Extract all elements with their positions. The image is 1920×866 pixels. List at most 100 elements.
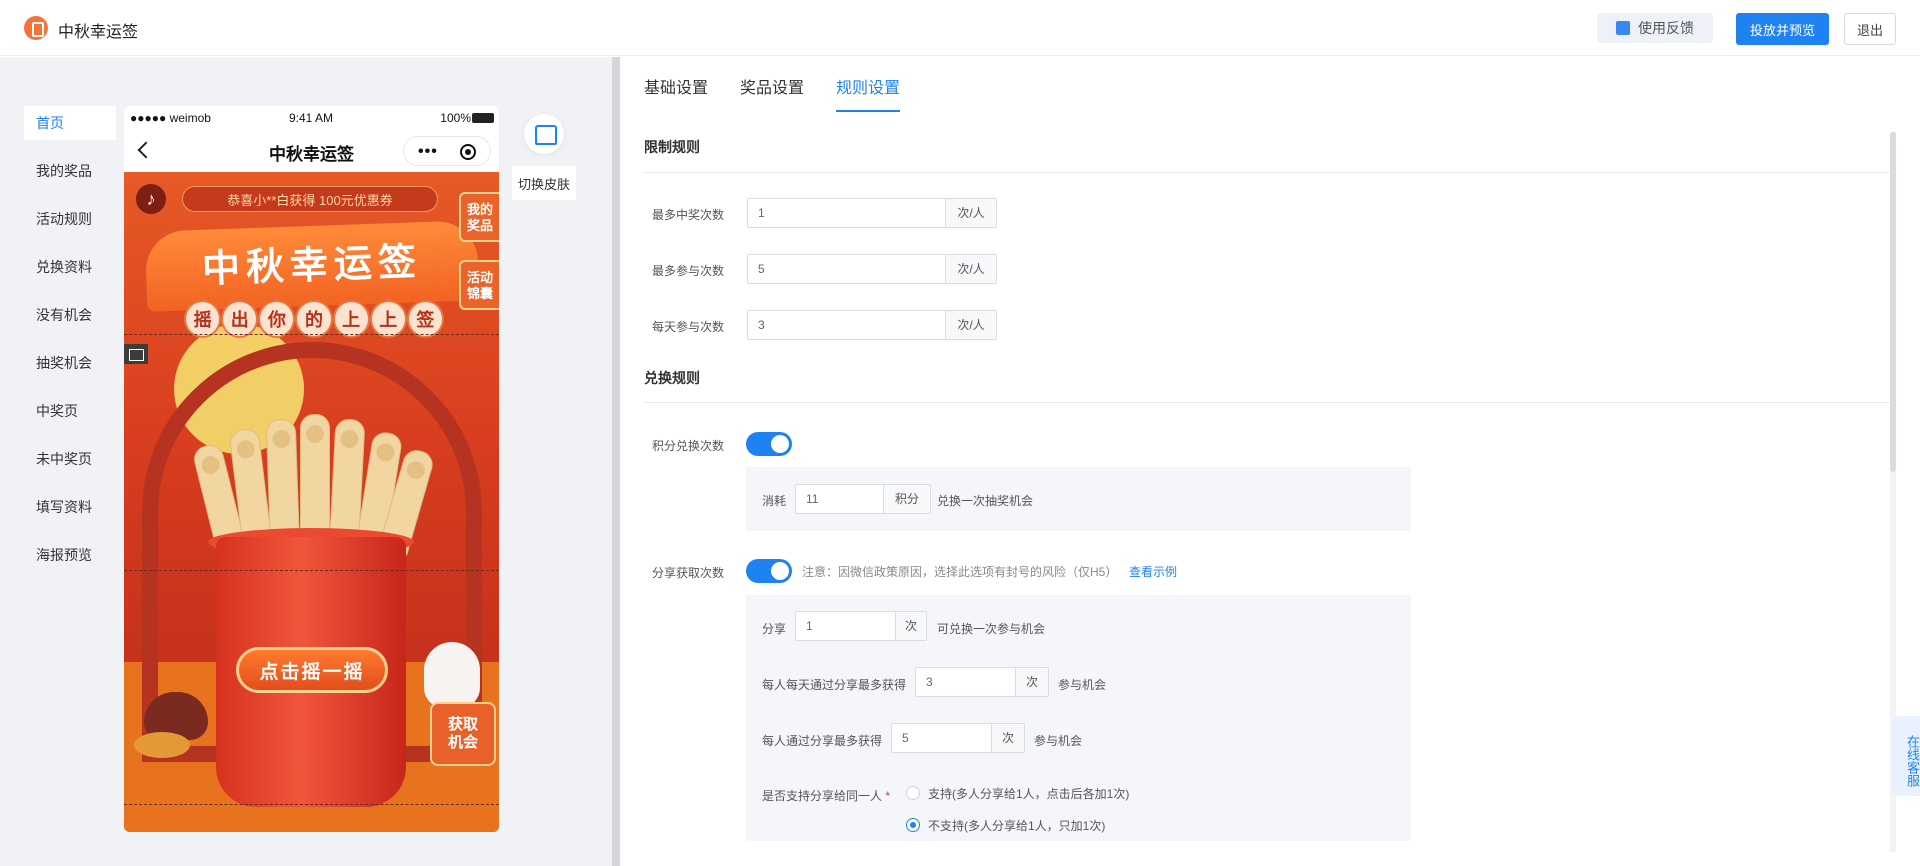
share-count-unit: 次 xyxy=(895,611,927,641)
page-item-exchange-info[interactable]: 兑换资料 xyxy=(24,250,116,298)
max-join-unit: 次/人 xyxy=(945,254,997,284)
subtitle-bead: 的 xyxy=(295,300,333,338)
carrier-text: ●●●●● weimob xyxy=(130,111,211,125)
get-chance-button[interactable]: 获取 机会 xyxy=(430,702,496,766)
section-dashed-line xyxy=(124,334,499,335)
exit-button[interactable]: 退出 xyxy=(1844,13,1896,45)
consume-tail: 兑换一次抽奖机会 xyxy=(937,494,1034,508)
battery-icon xyxy=(472,113,494,123)
page-item-lose[interactable]: 未中奖页 xyxy=(24,442,116,490)
tshirt-icon xyxy=(524,114,564,154)
total-share-unit: 次 xyxy=(991,723,1025,753)
section-divider xyxy=(644,172,1890,173)
mooncake-illustration xyxy=(134,732,190,758)
rabbit-illustration xyxy=(424,642,480,708)
panel-divider[interactable] xyxy=(612,57,620,866)
share-prefix-label: 分享 xyxy=(762,622,787,636)
share-warning-note: 注意：因微信政策原因，选择此选项有封号的风险（仅H5） xyxy=(802,565,1118,579)
subtitle-bead: 上 xyxy=(369,300,407,338)
limit-rules-title: 限制规则 xyxy=(644,139,700,155)
top-header: 中秋幸运签 使用反馈 投放并预览 退出 xyxy=(0,0,1920,56)
status-time: 9:41 AM xyxy=(289,111,334,125)
my-prizes-tag[interactable]: 我的 奖品 xyxy=(459,192,499,242)
section-dashed-line xyxy=(124,804,499,805)
music-note-icon[interactable]: ♪ xyxy=(136,184,166,214)
share-count-tail: 可兑换一次参与机会 xyxy=(937,622,1046,636)
share-count-field: 1 次 xyxy=(795,611,927,641)
close-target-icon[interactable] xyxy=(460,144,476,160)
edit-icon xyxy=(1616,21,1630,35)
page-item-win[interactable]: 中奖页 xyxy=(24,394,116,442)
tab-rule-settings[interactable]: 规则设置 xyxy=(836,74,901,112)
section-divider xyxy=(644,402,1890,403)
share-exchange-toggle[interactable] xyxy=(746,559,792,583)
share-count-input[interactable]: 1 xyxy=(795,611,895,641)
tab-basic-settings[interactable]: 基础设置 xyxy=(644,74,708,112)
activity-banner-title: 中秋幸运签 xyxy=(144,220,480,312)
points-exchange-toggle[interactable] xyxy=(746,432,792,456)
daily-join-input[interactable]: 3 xyxy=(747,310,945,340)
more-dots-icon[interactable]: ••• xyxy=(418,143,438,161)
subtitle-bead: 签 xyxy=(406,300,444,338)
activity-canvas: 中秋幸运签 摇 出 你 的 上 上 签 ♪ 恭喜小**白获得 100元优惠券 我… xyxy=(124,172,499,832)
status-bar: ●●●●● weimob 9:41 AM 100% xyxy=(124,106,499,130)
max-join-input[interactable]: 5 xyxy=(747,254,945,284)
view-example-link[interactable]: 查看示例 xyxy=(1129,563,1177,580)
shake-button[interactable]: 点击摇一摇 xyxy=(236,647,388,693)
daily-join-label: 每天参与次数 xyxy=(652,320,725,334)
mini-capsule: ••• xyxy=(403,136,491,166)
consume-unit: 积分 xyxy=(883,484,931,514)
daily-join-field: 3 次/人 xyxy=(747,310,997,340)
total-share-input[interactable]: 5 xyxy=(891,723,991,753)
daily-share-input[interactable]: 3 xyxy=(915,667,1015,697)
total-share-label: 每人通过分享最多获得 xyxy=(762,734,883,748)
same-person-no-label[interactable]: 不支持(多人分享给1人，只加1次) xyxy=(928,817,1105,834)
subtitle-bead: 你 xyxy=(258,300,296,338)
required-mark: * xyxy=(885,789,891,803)
page-item-home[interactable]: 首页 xyxy=(24,106,116,140)
section-dashed-line xyxy=(124,570,499,571)
activity-tips-tag-label: 活动 锦囊 xyxy=(466,270,493,301)
get-chance-label: 获取 机会 xyxy=(447,716,478,751)
image-icon[interactable] xyxy=(124,344,148,364)
winner-marquee: 恭喜小**白获得 100元优惠券 xyxy=(182,186,438,212)
share-exchange-label: 分享获取次数 xyxy=(652,566,725,580)
battery-percent: 100% xyxy=(440,111,471,125)
subtitle-beads: 摇 出 你 的 上 上 签 xyxy=(184,300,444,344)
publish-preview-button[interactable]: 投放并预览 xyxy=(1736,13,1829,45)
mini-nav-bar: 中秋幸运签 ••• xyxy=(124,130,499,172)
same-person-no-radio[interactable] xyxy=(906,818,920,832)
online-service-tab[interactable]: 在线客服 xyxy=(1892,716,1920,796)
points-exchange-label: 积分兑换次数 xyxy=(652,439,725,453)
same-person-label: 是否支持分享给同一人 * xyxy=(762,787,890,804)
same-person-label-text: 是否支持分享给同一人 xyxy=(762,789,883,803)
scrollbar-thumb[interactable] xyxy=(1890,132,1896,472)
tab-prize-settings[interactable]: 奖品设置 xyxy=(740,74,804,112)
page-item-no-chance[interactable]: 没有机会 xyxy=(24,298,116,346)
max-win-label: 最多中奖次数 xyxy=(652,208,725,222)
subtitle-bead: 摇 xyxy=(184,300,222,338)
my-prizes-tag-label: 我的 奖品 xyxy=(466,202,493,233)
subtitle-bead: 出 xyxy=(221,300,259,338)
app-logo-icon xyxy=(24,16,48,40)
max-join-field: 5 次/人 xyxy=(747,254,997,284)
feedback-label: 使用反馈 xyxy=(1638,20,1694,36)
app-title: 中秋幸运签 xyxy=(58,24,139,41)
same-person-yes-label[interactable]: 支持(多人分享给1人，点击后各加1次) xyxy=(928,785,1129,802)
exchange-rules-title: 兑换规则 xyxy=(644,370,700,386)
activity-tips-tag[interactable]: 活动 锦囊 xyxy=(459,260,499,310)
consume-input[interactable]: 11 xyxy=(795,484,883,514)
switch-skin-button[interactable]: 切换皮肤 xyxy=(512,104,576,200)
page-item-fill-info[interactable]: 填写资料 xyxy=(24,490,116,538)
max-win-input[interactable]: 1 xyxy=(747,198,945,228)
page-item-rules[interactable]: 活动规则 xyxy=(24,202,116,250)
page-item-poster-preview[interactable]: 海报预览 xyxy=(24,538,116,586)
total-share-field: 5 次 xyxy=(891,723,1025,753)
same-person-yes-radio[interactable] xyxy=(906,786,920,800)
daily-share-unit: 次 xyxy=(1015,667,1049,697)
daily-share-field: 3 次 xyxy=(915,667,1049,697)
feedback-button[interactable]: 使用反馈 xyxy=(1597,13,1713,43)
page-item-my-prizes[interactable]: 我的奖品 xyxy=(24,154,116,202)
daily-share-label: 每人每天通过分享最多获得 xyxy=(762,678,907,692)
page-item-draw-chance[interactable]: 抽奖机会 xyxy=(24,346,116,394)
